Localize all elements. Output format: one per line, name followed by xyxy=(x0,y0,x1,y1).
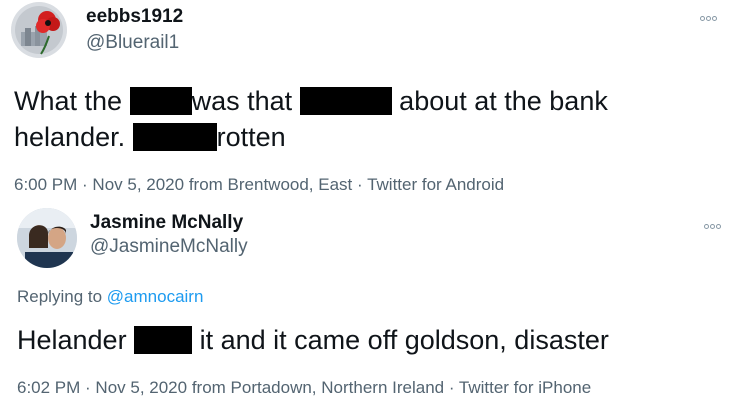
reply-metadata[interactable]: 6:02 PM · Nov 5, 2020 from Portadown, No… xyxy=(17,378,591,398)
text-segment: What the xyxy=(14,86,123,116)
tweet-metadata[interactable]: 6:00 PM · Nov 5, 2020 from Brentwood, Ea… xyxy=(14,175,504,195)
redaction-block xyxy=(132,123,217,151)
text-segment: rotten xyxy=(216,122,286,152)
user-handle[interactable]: @Bluerail1 xyxy=(86,32,179,54)
replying-to: Replying to @amnocairn xyxy=(17,287,203,307)
replying-to-label: Replying to xyxy=(17,287,103,306)
reply-text: Helander it and it came off goldson, dis… xyxy=(17,322,609,358)
text-segment: was that xyxy=(191,86,293,116)
replying-to-handle-link[interactable]: @amnocairn xyxy=(107,287,204,306)
text-segment: it and it came off goldson, disaster xyxy=(199,325,609,355)
more-options-icon[interactable] xyxy=(700,8,722,21)
avatar-jasminemcnally[interactable] xyxy=(17,208,77,268)
poppy-icon xyxy=(11,2,67,58)
avatar-eebbs1912[interactable] xyxy=(11,2,67,58)
redaction-block xyxy=(129,87,192,115)
redaction-block xyxy=(299,87,392,115)
tweet-eebbs1912[interactable]: eebbs1912 @Bluerail1 What the was that a… xyxy=(0,0,739,200)
display-name[interactable]: eebbs1912 xyxy=(86,6,183,28)
text-segment: helander. xyxy=(14,122,126,152)
profile-photo-icon xyxy=(17,208,77,268)
tweet-text-line-1: What the was that about at the bank xyxy=(14,83,608,119)
more-options-icon[interactable] xyxy=(704,216,726,229)
user-handle[interactable]: @JasmineMcNally xyxy=(90,236,248,258)
tweet-text-line-2: helander. rotten xyxy=(14,119,286,155)
text-segment: Helander xyxy=(17,325,127,355)
text-segment: about at the bank xyxy=(399,86,608,116)
redaction-block xyxy=(134,326,193,354)
display-name[interactable]: Jasmine McNally xyxy=(90,212,243,234)
